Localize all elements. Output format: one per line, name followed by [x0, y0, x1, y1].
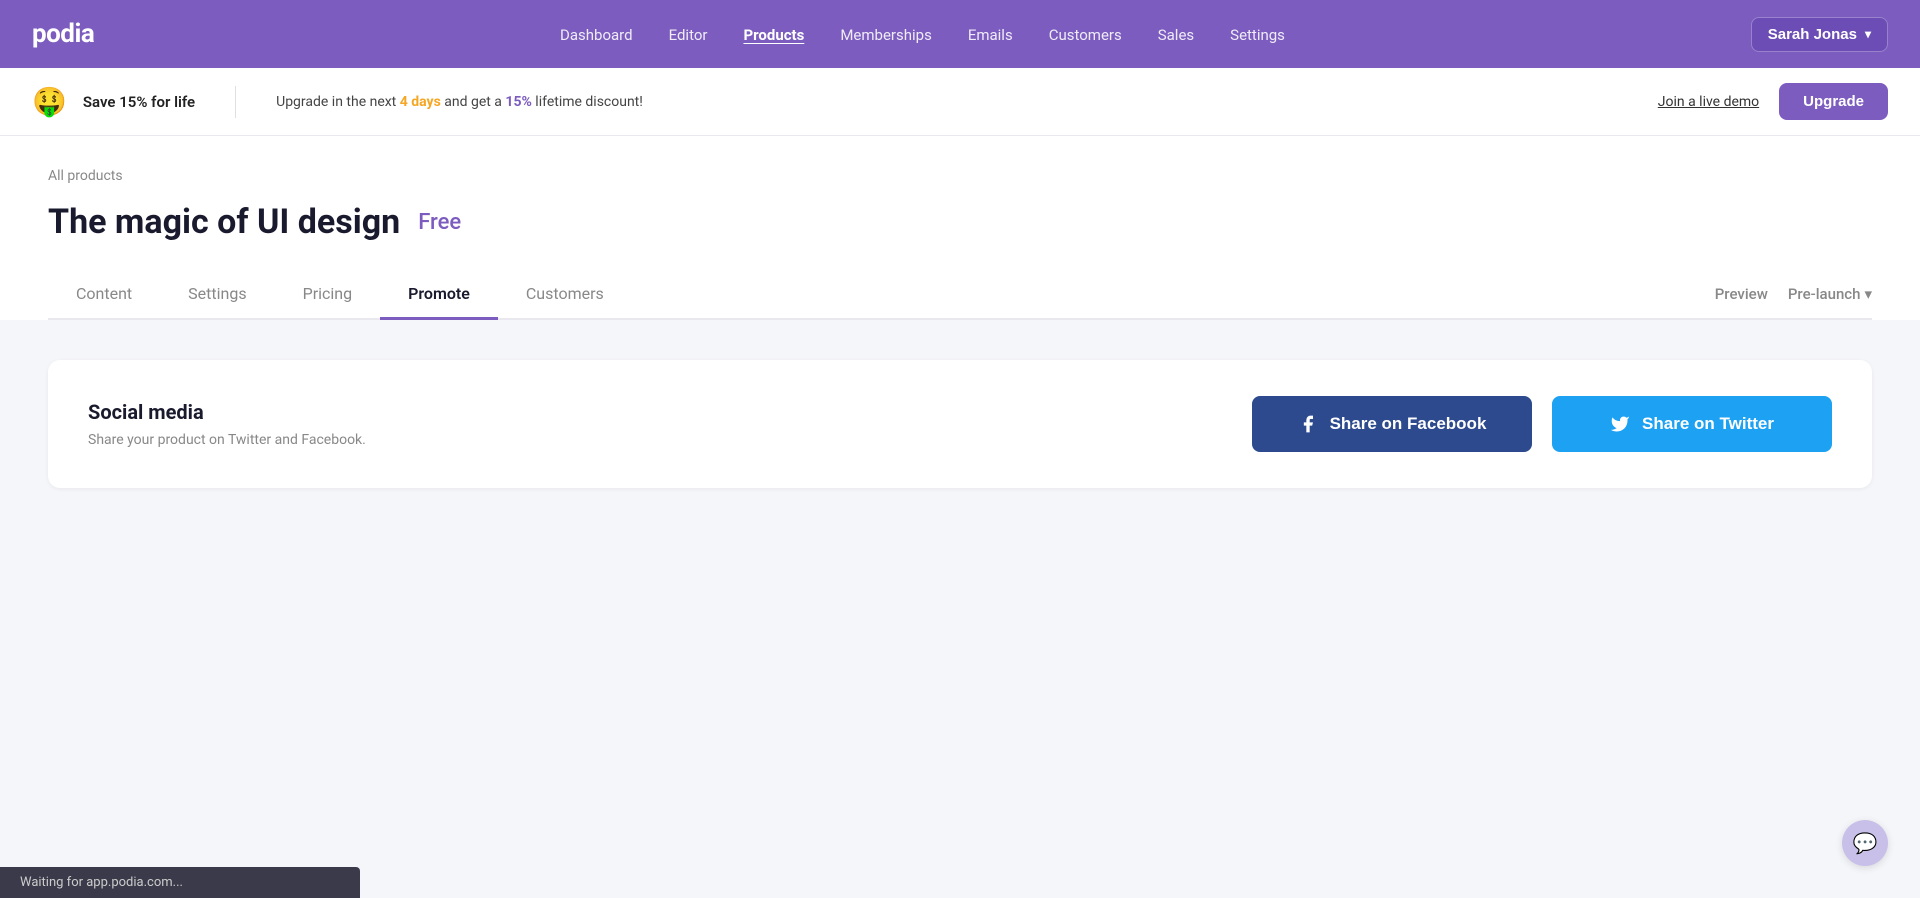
- upgrade-button[interactable]: Upgrade: [1779, 83, 1888, 120]
- tab-content[interactable]: Content: [48, 270, 160, 320]
- upgrade-banner: 🤑 Save 15% for life Upgrade in the next …: [0, 68, 1920, 136]
- banner-save-text: Save 15% for life: [83, 93, 195, 111]
- share-twitter-button[interactable]: Share on Twitter: [1552, 396, 1832, 452]
- tab-promote[interactable]: Promote: [380, 270, 498, 320]
- preview-action[interactable]: Preview: [1715, 285, 1768, 303]
- banner-right: Join a live demo Upgrade: [1658, 83, 1888, 120]
- nav-item-sales[interactable]: Sales: [1158, 26, 1194, 44]
- tabs-row: Content Settings Pricing Promote Custome…: [48, 270, 1872, 320]
- live-demo-link[interactable]: Join a live demo: [1658, 94, 1759, 110]
- share-facebook-button[interactable]: Share on Facebook: [1252, 396, 1532, 452]
- nav-item-editor[interactable]: Editor: [669, 26, 708, 44]
- prelaunch-chevron-icon: ▾: [1864, 285, 1872, 303]
- chat-bubble-button[interactable]: 💬: [1842, 820, 1888, 866]
- brand-logo[interactable]: podia: [32, 19, 94, 49]
- free-badge: Free: [418, 210, 461, 235]
- promote-section-area: Social media Share your product on Twitt…: [0, 320, 1920, 740]
- facebook-icon: [1298, 414, 1318, 434]
- social-share-buttons: Share on Facebook Share on Twitter: [1252, 396, 1832, 452]
- banner-description: Upgrade in the next 4 days and get a 15%…: [276, 94, 643, 110]
- banner-left: 🤑 Save 15% for life Upgrade in the next …: [32, 85, 643, 118]
- top-navbar: podia Dashboard Editor Products Membersh…: [0, 0, 1920, 68]
- user-name: Sarah Jonas: [1768, 26, 1857, 43]
- tabs-left: Content Settings Pricing Promote Custome…: [48, 270, 632, 318]
- social-media-card: Social media Share your product on Twitt…: [48, 360, 1872, 488]
- nav-item-customers[interactable]: Customers: [1049, 26, 1122, 44]
- status-bar: Waiting for app.podia.com...: [0, 867, 360, 898]
- breadcrumb[interactable]: All products: [48, 168, 1872, 184]
- nav-item-settings[interactable]: Settings: [1230, 26, 1285, 44]
- banner-divider: [235, 86, 236, 118]
- nav-item-dashboard[interactable]: Dashboard: [560, 26, 633, 44]
- social-card-info: Social media Share your product on Twitt…: [88, 400, 366, 448]
- prelaunch-action[interactable]: Pre-launch ▾: [1788, 285, 1872, 303]
- days-highlight: 4 days: [400, 94, 441, 110]
- nav-item-memberships[interactable]: Memberships: [840, 26, 931, 44]
- social-card-title: Social media: [88, 400, 366, 424]
- social-card-description: Share your product on Twitter and Facebo…: [88, 432, 366, 448]
- tab-settings[interactable]: Settings: [160, 270, 274, 320]
- user-menu-button[interactable]: Sarah Jonas ▾: [1751, 17, 1888, 52]
- money-emoji-icon: 🤑: [32, 85, 67, 118]
- pct-highlight: 15%: [505, 94, 531, 110]
- nav-item-products[interactable]: Products: [743, 26, 804, 44]
- page-title-row: The magic of UI design Free: [48, 202, 1872, 242]
- nav-item-emails[interactable]: Emails: [968, 26, 1013, 44]
- twitter-icon: [1610, 414, 1630, 434]
- tab-pricing[interactable]: Pricing: [275, 270, 381, 320]
- nav-links: Dashboard Editor Products Memberships Em…: [560, 25, 1285, 44]
- chat-icon: 💬: [1853, 831, 1878, 855]
- status-text: Waiting for app.podia.com...: [20, 875, 183, 890]
- main-content: All products The magic of UI design Free…: [0, 136, 1920, 320]
- page-title: The magic of UI design: [48, 202, 400, 242]
- tabs-right: Preview Pre-launch ▾: [1715, 285, 1872, 303]
- chevron-down-icon: ▾: [1865, 27, 1871, 41]
- tab-customers[interactable]: Customers: [498, 270, 632, 320]
